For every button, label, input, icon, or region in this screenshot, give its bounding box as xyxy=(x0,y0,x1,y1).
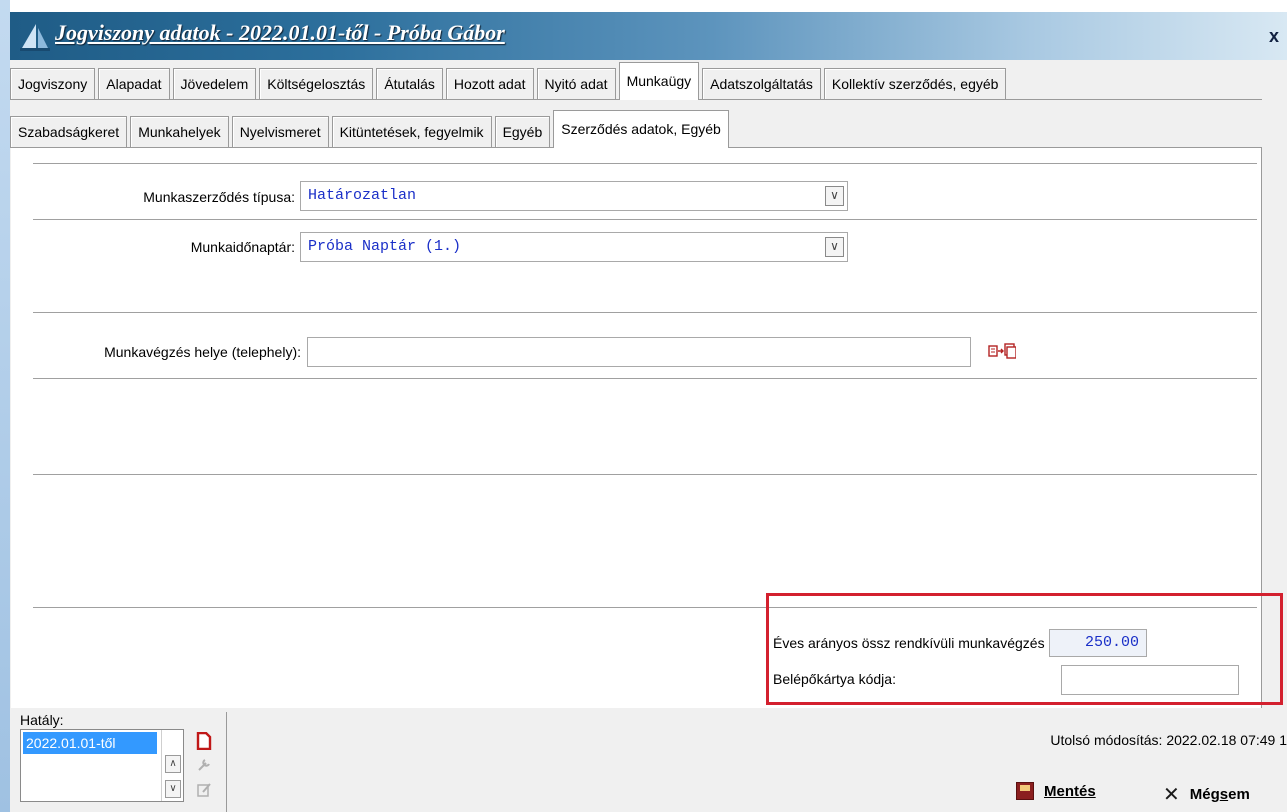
contract-type-value: Határozatlan xyxy=(308,187,417,204)
section-divider xyxy=(33,163,1257,164)
contract-type-label: Munkaszerződés típusa: xyxy=(143,189,295,205)
subtab-nyelvismeret[interactable]: Nyelvismeret xyxy=(231,116,329,148)
sub-tabbar: Szabadságkeret Munkahelyek Nyelvismeret … xyxy=(10,108,732,148)
list-item[interactable]: 2022.01.01-től xyxy=(23,732,157,754)
new-document-icon[interactable] xyxy=(194,731,214,752)
save-button[interactable]: Mentés xyxy=(1016,782,1096,800)
screen-top-background xyxy=(0,0,1287,12)
copy-address-icon[interactable] xyxy=(988,342,1017,360)
chevron-down-icon[interactable]: ∨ xyxy=(825,237,844,257)
screen-left-background xyxy=(0,0,10,812)
tab-jogviszony[interactable]: Jogviszony xyxy=(10,68,96,100)
edit-icon[interactable] xyxy=(194,782,214,802)
workplace-input[interactable] xyxy=(307,337,971,367)
tab-atutalas[interactable]: Átutalás xyxy=(376,68,443,100)
calendar-select[interactable]: Próba Naptár (1.) ∨ xyxy=(300,232,848,262)
cancel-button[interactable]: ✕ Mégsem xyxy=(1163,782,1250,806)
hataly-label: Hatály: xyxy=(20,712,64,728)
subtab-szabadsagkeret[interactable]: Szabadságkeret xyxy=(10,116,128,148)
calendar-label: Munkaidőnaptár: xyxy=(190,239,295,255)
subtab-munkahelyek[interactable]: Munkahelyek xyxy=(130,116,229,148)
highlight-box xyxy=(766,593,1283,705)
save-label: Mentés xyxy=(1044,782,1096,800)
contract-type-select[interactable]: Határozatlan ∨ xyxy=(300,181,848,211)
tab-koltsegelosztas[interactable]: Költségelosztás xyxy=(259,68,374,100)
section-divider xyxy=(33,378,1257,379)
tab-kollektiv-szerzodes[interactable]: Kollektív szerződés, egyéb xyxy=(823,68,1007,100)
tab-munkaugy[interactable]: Munkaügy xyxy=(618,62,700,100)
workplace-label: Munkavégzés helye (telephely): xyxy=(104,344,301,360)
main-tabbar: Jogviszony Alapadat Jövedelem Költségelo… xyxy=(10,60,1009,100)
tab-adatszolgaltatas[interactable]: Adatszolgáltatás xyxy=(702,68,821,100)
calendar-value: Próba Naptár (1.) xyxy=(308,238,462,255)
save-icon xyxy=(1016,782,1034,800)
subtab-kituntetesek[interactable]: Kitüntetések, fegyelmik xyxy=(331,116,492,148)
tab-nyito-adat[interactable]: Nyitó adat xyxy=(536,68,616,100)
chevron-down-icon[interactable]: ∨ xyxy=(825,186,844,206)
wrench-icon[interactable] xyxy=(194,757,214,777)
section-divider xyxy=(33,474,1257,475)
dialog-window: Jogviszony adatok - 2022.01.01-től - Pró… xyxy=(10,12,1287,812)
tab-alapadat[interactable]: Alapadat xyxy=(98,68,170,100)
list-scrollbar[interactable]: ∧ ∨ xyxy=(161,730,183,801)
window-title: Jogviszony adatok - 2022.01.01-től - Pró… xyxy=(55,20,505,45)
subtab-egyeb[interactable]: Egyéb xyxy=(494,116,551,148)
tab-jovedelem[interactable]: Jövedelem xyxy=(172,68,257,100)
close-icon: ✕ xyxy=(1163,782,1180,806)
close-button[interactable]: x xyxy=(1269,26,1279,47)
last-modified-text: Utolsó módosítás: 2022.02.18 07:49 1 xyxy=(1050,732,1287,748)
hataly-list[interactable]: 2022.01.01-től ∧ ∨ xyxy=(20,729,184,802)
section-divider xyxy=(33,312,1257,313)
bottom-bar: Hatály: 2022.01.01-től ∧ ∨ Utolsó módosí… xyxy=(11,712,1287,812)
vertical-divider xyxy=(226,712,227,812)
sail-logo-icon xyxy=(20,24,50,51)
chevron-up-icon[interactable]: ∧ xyxy=(165,755,181,773)
chevron-down-icon[interactable]: ∨ xyxy=(165,780,181,798)
subtab-szerzodes-adatok[interactable]: Szerződés adatok, Egyéb xyxy=(553,110,729,148)
tab-hozott-adat[interactable]: Hozott adat xyxy=(445,68,534,100)
section-divider xyxy=(33,219,1257,220)
cancel-label: Mégsem xyxy=(1189,785,1250,803)
title-bar[interactable]: Jogviszony adatok - 2022.01.01-től - Pró… xyxy=(10,12,1287,60)
